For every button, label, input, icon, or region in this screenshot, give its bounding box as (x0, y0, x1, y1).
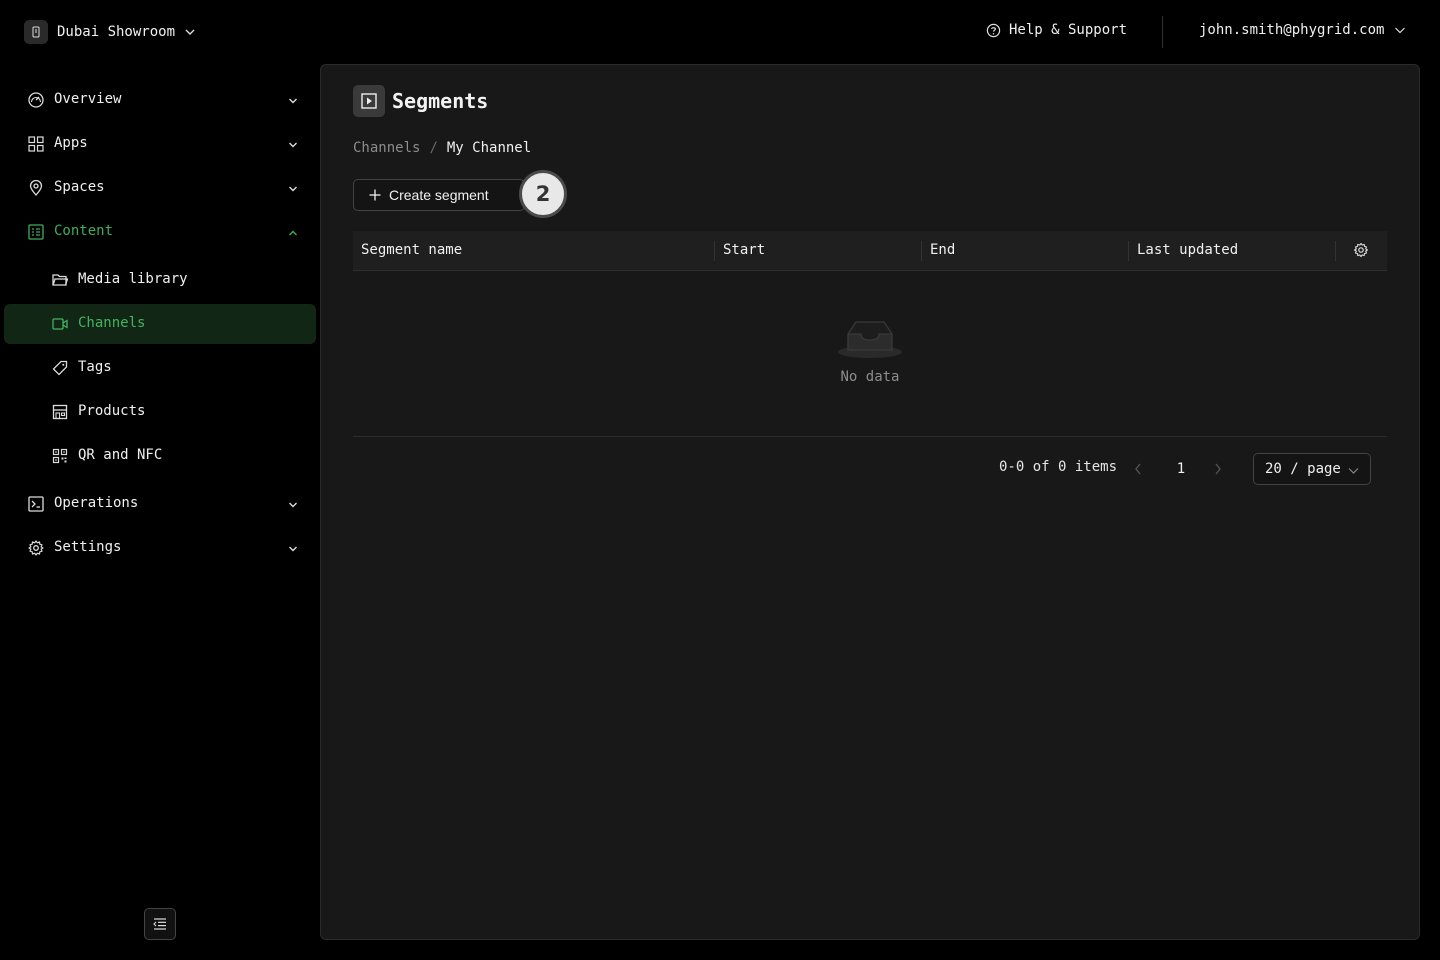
map-pin-icon (28, 180, 44, 196)
column-header-start[interactable]: Start (723, 242, 765, 258)
grid-icon (28, 136, 44, 152)
user-email: john.smith@phygrid.com (1199, 22, 1385, 38)
gauge-icon (28, 92, 44, 108)
column-divider (714, 241, 715, 261)
sidebar-item-label: QR and NFC (78, 447, 163, 463)
sidebar-item-settings[interactable]: Settings (4, 528, 316, 568)
store-icon (52, 404, 68, 420)
sidebar-item-label: Settings (54, 539, 122, 555)
create-segment-button[interactable]: Create segment (353, 179, 525, 211)
chevron-down-icon (288, 138, 298, 154)
header-divider (1162, 16, 1163, 48)
sidebar-item-media-library[interactable]: Media library (4, 260, 316, 300)
chevron-down-icon (1348, 464, 1359, 480)
empty-state-text: No data (840, 369, 900, 385)
folder-icon (52, 272, 68, 288)
breadcrumb: Channels / My Channel (353, 140, 531, 156)
sidebar-item-spaces[interactable]: Spaces (4, 168, 316, 208)
column-divider (1335, 241, 1336, 261)
terminal-icon (28, 496, 44, 512)
table-header: Segment name Start End Last updated (353, 231, 1387, 271)
page-title: Segments (392, 89, 489, 113)
sidebar-item-channels[interactable]: Channels (4, 304, 316, 344)
chevron-down-icon (288, 498, 298, 514)
sidebar-item-products[interactable]: Products (4, 392, 316, 432)
user-menu[interactable]: john.smith@phygrid.com (1199, 22, 1406, 38)
sidebar-item-qr-and-nfc[interactable]: QR and NFC (4, 436, 316, 476)
segments-table: Segment name Start End Last updated No d… (353, 231, 1387, 485)
gear-icon (28, 540, 44, 556)
main-panel: Segments Channels / My Channel Create se… (320, 64, 1420, 940)
sidebar-item-label: Spaces (54, 179, 105, 195)
content-icon (28, 224, 44, 240)
column-header-end[interactable]: End (930, 242, 955, 258)
chevron-down-icon (184, 26, 196, 38)
chevron-down-icon (288, 94, 298, 110)
chevron-down-icon (288, 542, 298, 558)
help-support-link[interactable]: Help & Support (986, 22, 1127, 38)
column-divider (1128, 241, 1129, 261)
table-empty-state: No data (353, 271, 1387, 437)
sidebar-item-label: Products (78, 403, 146, 419)
sidebar-item-apps[interactable]: Apps (4, 124, 316, 164)
tag-icon (52, 360, 68, 376)
empty-inbox-icon (837, 317, 903, 363)
sidebar-item-label: Channels (78, 315, 146, 331)
sidebar-item-overview[interactable]: Overview (4, 80, 316, 120)
pagination: 0-0 of 0 items 1 20 / page (353, 453, 1387, 485)
workspace-switcher[interactable]: Dubai Showroom (24, 20, 196, 44)
column-settings-gear-icon[interactable] (1353, 242, 1369, 262)
qr-code-icon (52, 448, 68, 464)
column-header-segment-name[interactable]: Segment name (361, 242, 462, 258)
help-circle-icon (986, 23, 1001, 38)
pagination-page-1[interactable]: 1 (1169, 453, 1193, 485)
workspace-logo-icon (24, 20, 48, 44)
column-header-last-updated[interactable]: Last updated (1137, 242, 1238, 258)
sidebar-item-label: Apps (54, 135, 88, 151)
breadcrumb-channels-link[interactable]: Channels (353, 140, 420, 156)
breadcrumb-current: My Channel (446, 140, 532, 156)
chevron-left-icon[interactable] (1133, 462, 1143, 480)
help-support-label: Help & Support (1009, 22, 1128, 38)
menu-fold-icon (153, 918, 167, 930)
column-divider (921, 241, 922, 261)
breadcrumb-separator: / (429, 140, 438, 156)
page-header: Segments (353, 85, 488, 117)
chevron-down-icon (288, 182, 298, 198)
workspace-name: Dubai Showroom (57, 24, 176, 40)
create-segment-label: Create segment (389, 187, 489, 203)
sidebar-item-label: Content (54, 223, 114, 239)
pagination-total: 0-0 of 0 items (999, 459, 1118, 475)
sidebar-item-content[interactable]: Content (4, 212, 316, 252)
step-number-badge: 2 (519, 170, 567, 218)
page-size-value: 20 / page (1265, 461, 1341, 477)
sidebar-item-label: Operations (54, 495, 139, 511)
plus-icon (369, 189, 381, 201)
sidebar-item-tags[interactable]: Tags (4, 348, 316, 388)
video-icon (52, 316, 68, 332)
chevron-right-icon[interactable] (1213, 462, 1223, 480)
collapse-sidebar-button[interactable] (144, 908, 176, 940)
play-square-icon (353, 85, 385, 117)
sidebar: Overview Apps Spaces Content Media libra… (0, 64, 320, 960)
sidebar-item-label: Tags (78, 359, 112, 375)
chevron-down-icon (1394, 24, 1406, 36)
chevron-up-icon (288, 226, 298, 242)
sidebar-item-label: Media library (78, 271, 188, 287)
page-size-select[interactable]: 20 / page (1253, 453, 1371, 485)
sidebar-item-label: Overview (54, 91, 122, 107)
sidebar-item-operations[interactable]: Operations (4, 484, 316, 524)
top-bar: Dubai Showroom Help & Support john.smith… (0, 0, 1440, 64)
